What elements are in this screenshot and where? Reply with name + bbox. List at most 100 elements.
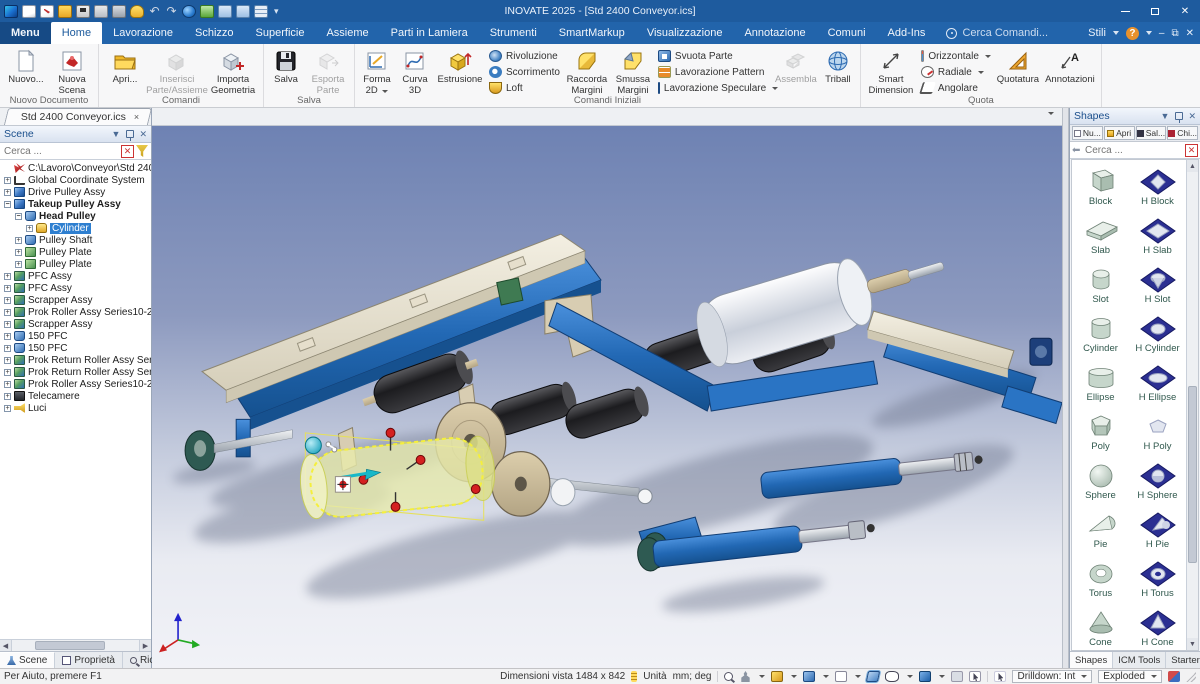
catalog-save-button[interactable]: Sal...	[1136, 126, 1167, 140]
expander-icon[interactable]: +	[4, 285, 11, 292]
render-mode-icon[interactable]	[803, 671, 815, 682]
pointer-icon[interactable]	[994, 671, 1006, 682]
tab-annotazione[interactable]: Annotazione	[733, 22, 816, 44]
new-document-icon[interactable]	[22, 5, 36, 18]
orizzontale-button[interactable]: Orizzontale	[918, 49, 994, 63]
tab-proprieta[interactable]: Proprietà	[55, 652, 123, 668]
shape-item-slot[interactable]: Slot	[1072, 261, 1129, 310]
tab-scene[interactable]: Scene	[0, 652, 55, 668]
ribbon-close-button[interactable]: ✕	[1186, 28, 1194, 39]
smart-dimension-button[interactable]: Smart Dimension	[864, 46, 918, 96]
tree-item[interactable]: +Scrapper Assy	[0, 294, 151, 306]
shape-item-sphere[interactable]: Sphere	[1072, 457, 1129, 506]
catalog-new-button[interactable]: Nu...	[1072, 126, 1103, 140]
capture-icon[interactable]	[112, 5, 126, 18]
document-tab-close-icon[interactable]: ×	[134, 112, 139, 122]
snap-icon[interactable]	[951, 671, 963, 682]
tree-item[interactable]: +PFC Assy	[0, 282, 151, 294]
smussa-margini-button[interactable]: Smussa Margini	[611, 46, 655, 96]
expander-icon[interactable]: +	[4, 309, 11, 316]
pin-icon[interactable]	[1175, 112, 1183, 120]
shape-item-h-slot[interactable]: H Slot	[1129, 261, 1186, 310]
shape-item-block[interactable]: Block	[1072, 163, 1129, 212]
expander-icon[interactable]: +	[4, 177, 11, 184]
layout-panel2-icon[interactable]	[236, 5, 250, 18]
esporta-parte-button[interactable]: Esporta Parte	[305, 46, 351, 96]
angolare-button[interactable]: Angolare	[918, 81, 994, 95]
expander-icon[interactable]: +	[4, 345, 11, 352]
scorrimento-button[interactable]: Scorrimento	[486, 65, 563, 79]
expander-icon[interactable]: −	[15, 213, 22, 220]
clear-search-icon[interactable]: ✕	[1185, 144, 1198, 157]
panel-splitter[interactable]	[1062, 108, 1069, 668]
stili-caret-icon[interactable]	[1113, 31, 1119, 35]
caret-icon[interactable]	[855, 675, 861, 678]
tree-item[interactable]: +Prok Return Roller Assy Series10	[0, 366, 151, 378]
tree-item[interactable]: +Telecamere	[0, 390, 151, 402]
shapes-scrollbar[interactable]: ▲ ▼	[1186, 160, 1198, 650]
expander-icon[interactable]: +	[4, 393, 11, 400]
document-tab[interactable]: Std 2400 Conveyor.ics ×	[4, 108, 153, 125]
units-value[interactable]: mm; deg	[673, 671, 712, 682]
tree-item[interactable]: +Prok Roller Assy Series10-20 Deg	[0, 378, 151, 390]
caret-icon[interactable]	[939, 675, 945, 678]
tab-schizzo[interactable]: Schizzo	[184, 22, 245, 44]
web-icon[interactable]	[182, 5, 196, 18]
expander-icon[interactable]: +	[26, 225, 33, 232]
stats-icon[interactable]	[200, 5, 214, 18]
tree-item[interactable]: +Scrapper Assy	[0, 318, 151, 330]
nuova-scena-button[interactable]: Nuova Scena	[49, 46, 95, 96]
tab-starter[interactable]: Starter	[1166, 652, 1200, 668]
close-button[interactable]	[1170, 0, 1200, 22]
tab-visualizzazione[interactable]: Visualizzazione	[636, 22, 734, 44]
tree-item[interactable]: +150 PFC	[0, 330, 151, 342]
save-icon[interactable]	[76, 5, 90, 18]
estrusione-button[interactable]: Estrusione	[434, 46, 486, 86]
expander-icon[interactable]: +	[15, 249, 22, 256]
caret-icon[interactable]	[907, 675, 913, 678]
maximize-button[interactable]	[1140, 0, 1170, 22]
tree-item[interactable]: +PFC Assy	[0, 270, 151, 282]
scrollbar-thumb[interactable]	[1188, 386, 1197, 563]
close-document-icon[interactable]	[40, 5, 54, 18]
tab-superficie[interactable]: Superficie	[245, 22, 316, 44]
tab-lavorazione[interactable]: Lavorazione	[102, 22, 184, 44]
alert-icon[interactable]	[130, 5, 144, 18]
shape-item-h-poly[interactable]: H Poly	[1129, 408, 1186, 457]
shape-item-cone[interactable]: Cone	[1072, 604, 1129, 651]
shape-item-h-cylinder[interactable]: H Cylinder	[1129, 310, 1186, 359]
drilldown-dropdown[interactable]: Drilldown: Int	[1012, 670, 1092, 683]
scroll-down-icon[interactable]: ▼	[1187, 638, 1198, 650]
qat-overflow-icon[interactable]: ▾	[274, 6, 279, 17]
viewport-3d-scene[interactable]	[152, 126, 1062, 668]
tree-item[interactable]: +Pulley Plate	[0, 246, 151, 258]
shape-item-torus[interactable]: Torus	[1072, 555, 1129, 604]
panel-menu-caret-icon[interactable]: ▼	[1161, 111, 1170, 121]
catalog-close-button[interactable]: Chi...	[1167, 126, 1198, 140]
clear-search-icon[interactable]: ✕	[121, 145, 134, 158]
scene-horizontal-scrollbar[interactable]: ◀ ▶	[0, 639, 151, 651]
curva-3d-button[interactable]: Curva 3D	[396, 46, 434, 96]
expander-icon[interactable]: +	[4, 333, 11, 340]
shape-item-cylinder[interactable]: Cylinder	[1072, 310, 1129, 359]
undo-icon[interactable]: ↶	[148, 5, 161, 18]
tab-parti-in-lamiera[interactable]: Parti in Lamiera	[380, 22, 479, 44]
tab-smartmarkup[interactable]: SmartMarkup	[548, 22, 636, 44]
shape-item-poly[interactable]: Poly	[1072, 408, 1129, 457]
expander-icon[interactable]: +	[4, 381, 11, 388]
tree-item[interactable]: +Pulley Plate	[0, 258, 151, 270]
panel-close-icon[interactable]: ✕	[1188, 111, 1196, 122]
forma-2d-button[interactable]: Forma 2D	[358, 46, 396, 96]
expander-icon[interactable]: +	[4, 189, 11, 196]
caret-icon[interactable]	[759, 675, 765, 678]
tree-item-selected[interactable]: +Cylinder	[0, 222, 151, 234]
scrollbar-thumb[interactable]	[35, 641, 105, 650]
zoom-tool-icon[interactable]	[724, 672, 733, 681]
radiale-button[interactable]: Radiale	[918, 65, 994, 79]
annotazioni-button[interactable]: A Annotazioni	[1042, 46, 1098, 86]
loft-button[interactable]: Loft	[486, 81, 563, 95]
tree-item[interactable]: −Head Pulley	[0, 210, 151, 222]
filter-icon[interactable]	[136, 145, 148, 157]
expander-icon[interactable]: +	[4, 357, 11, 364]
tree-item[interactable]: −Takeup Pulley Assy	[0, 198, 151, 210]
